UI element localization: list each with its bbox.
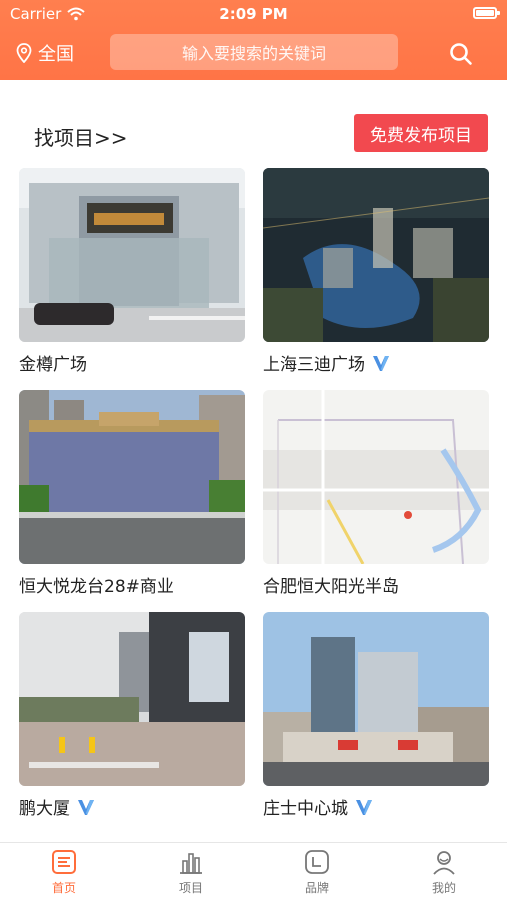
home-icon xyxy=(52,850,76,874)
section-title-find-projects[interactable]: 找项目>> xyxy=(34,122,128,151)
project-name: 上海三迪广场 xyxy=(263,350,489,375)
location-pin-icon xyxy=(16,43,32,63)
tab-bar: 首页 项目 品牌 我的 xyxy=(0,842,507,901)
project-name: 庄士中心城 xyxy=(263,794,489,819)
header: Carrier 2:09 PM 全国 输入要搜索的关键词 xyxy=(0,0,507,80)
search-button[interactable] xyxy=(447,40,475,68)
project-card[interactable]: 庄士中心城 xyxy=(263,612,489,819)
project-name: 恒大悦龙台28#商业 xyxy=(19,577,174,597)
verified-icon xyxy=(356,799,372,815)
location-label: 全国 xyxy=(38,44,74,65)
tab-brands[interactable]: 品牌 xyxy=(277,849,357,896)
tab-profile[interactable]: 我的 xyxy=(404,849,484,896)
project-image[interactable] xyxy=(19,390,245,564)
project-name: 合肥恒大阳光半岛 xyxy=(263,577,399,597)
verified-icon xyxy=(78,799,94,815)
chart-icon xyxy=(180,853,202,874)
tab-label: 我的 xyxy=(431,881,456,895)
project-image[interactable] xyxy=(263,390,489,564)
project-name: 金樽广场 xyxy=(19,355,87,375)
project-image[interactable] xyxy=(263,612,489,786)
status-bar: Carrier 2:09 PM xyxy=(0,0,507,28)
search-input[interactable]: 输入要搜索的关键词 xyxy=(110,34,398,70)
project-card[interactable]: 恒大悦龙台28#商业 xyxy=(19,390,245,597)
publish-project-button[interactable]: 免费发布项目 xyxy=(354,114,488,152)
search-icon xyxy=(450,43,472,65)
location-selector[interactable]: 全国 xyxy=(16,40,74,66)
tab-home[interactable]: 首页 xyxy=(24,849,104,896)
tab-label: 首页 xyxy=(51,881,76,895)
verified-icon xyxy=(373,355,389,371)
tab-label: 品牌 xyxy=(304,881,329,895)
tab-label: 项目 xyxy=(178,881,203,895)
search-placeholder: 输入要搜索的关键词 xyxy=(181,44,326,63)
project-card[interactable]: 合肥恒大阳光半岛 xyxy=(263,390,489,597)
brand-icon xyxy=(305,850,329,874)
tab-projects[interactable]: 项目 xyxy=(151,849,231,896)
project-image[interactable] xyxy=(19,168,245,342)
project-card[interactable]: 金樽广场 xyxy=(19,168,245,375)
user-icon xyxy=(433,851,455,875)
project-image[interactable] xyxy=(263,168,489,342)
project-image[interactable] xyxy=(19,612,245,786)
project-card[interactable]: 鹏大厦 xyxy=(19,612,245,819)
battery-icon xyxy=(473,7,500,19)
status-time: 2:09 PM xyxy=(219,5,288,23)
project-card[interactable]: 上海三迪广场 xyxy=(263,168,489,375)
project-name: 鹏大厦 xyxy=(19,794,245,819)
